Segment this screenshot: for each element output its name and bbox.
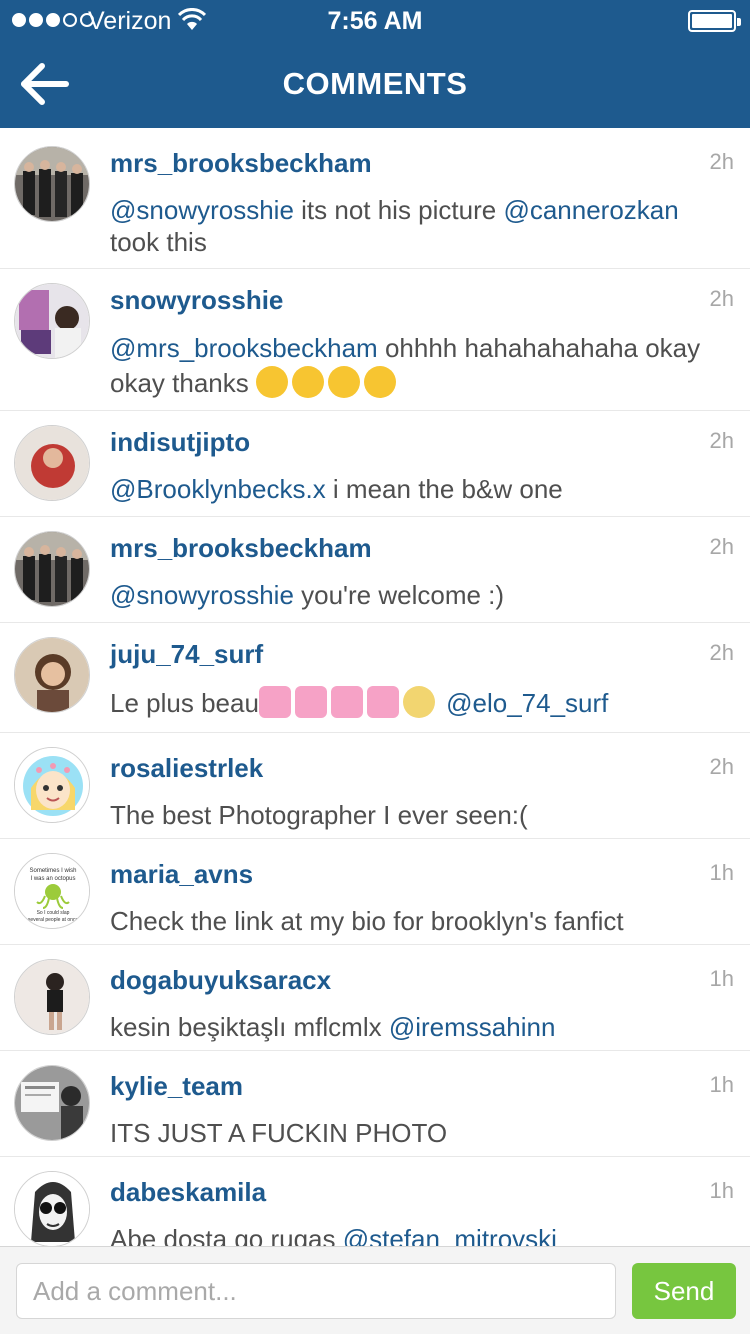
comment-username[interactable]: mrs_brooksbeckham	[110, 533, 372, 564]
comment-text: ITS JUST A FUCKIN PHOTO	[110, 1117, 710, 1149]
comment-text: Abe dosta go rugas @stefan_mitrovski	[110, 1223, 710, 1246]
comment-composer: Send	[0, 1246, 750, 1334]
comment-item: mrs_brooksbeckham 2h @snowyrosshie its n…	[0, 128, 750, 269]
avatar[interactable]	[14, 747, 90, 823]
comment-text-part: ITS JUST A FUCKIN PHOTO	[110, 1118, 448, 1148]
comment-item: rosaliestrlek 2h The best Photographer I…	[0, 733, 750, 839]
comments-list[interactable]: mrs_brooksbeckham 2h @snowyrosshie its n…	[0, 128, 750, 1246]
comment-timestamp: 2h	[709, 428, 734, 453]
status-bar: Verizon 7:56 AM	[0, 0, 750, 40]
comment-item: indisutjipto 2h @Brooklynbecks.x i mean …	[0, 411, 750, 517]
comment-item: mrs_brooksbeckham 2h @snowyrosshie you'r…	[0, 517, 750, 623]
avatar[interactable]	[14, 425, 90, 501]
comment-item: dabeskamila 1h Abe dosta go rugas @stefa…	[0, 1157, 750, 1246]
comment-text-part: Abe dosta go rugas	[110, 1224, 343, 1246]
comment-timestamp: 2h	[709, 286, 734, 311]
avatar[interactable]: Sometimes I wish I was an octopus So I c…	[14, 853, 90, 929]
mention-link[interactable]: @stefan_mitrovski	[343, 1224, 557, 1246]
comment-username[interactable]: dogabuyuksaracx	[110, 965, 331, 996]
comment-text-part: its not his picture	[293, 195, 504, 225]
smiling-face-emoji	[327, 366, 360, 398]
mention-link[interactable]: @cannerozkan	[503, 195, 678, 225]
comment-text: @snowyrosshie you're welcome :)	[110, 579, 710, 611]
avatar-caption: I was an octopus	[30, 876, 75, 882]
heart-ribbon-emoji	[366, 686, 399, 718]
comment-item: juju_74_surf 2h Le plus beau @elo_74_sur…	[0, 623, 750, 733]
growing-heart-emoji	[294, 686, 327, 718]
comment-text: kesin beşiktaşlı mflcmlx @iremssahinn	[110, 1011, 710, 1043]
comment-username[interactable]: rosaliestrlek	[110, 753, 263, 784]
comment-text: The best Photographer I ever seen:(	[110, 799, 710, 831]
comment-username[interactable]: juju_74_surf	[110, 639, 263, 670]
comment-item: snowyrosshie 2h @mrs_brooksbeckham ohhhh…	[0, 269, 750, 411]
avatar[interactable]	[14, 531, 90, 607]
comment-text: @Brooklynbecks.x i mean the b&w one	[110, 473, 710, 505]
comment-timestamp: 2h	[709, 640, 734, 665]
avatar-caption: Sometimes I wish	[29, 868, 76, 874]
avatar[interactable]	[14, 283, 90, 359]
comment-timestamp: 2h	[709, 534, 734, 559]
comment-timestamp: 2h	[709, 754, 734, 779]
comment-timestamp: 2h	[709, 149, 734, 174]
smiling-face-emoji	[363, 366, 396, 398]
app-header: Verizon 7:56 AM COMMENTS	[0, 0, 750, 128]
heart-letter-emoji	[330, 686, 363, 718]
avatar[interactable]	[14, 959, 90, 1035]
avatar[interactable]	[14, 637, 90, 713]
avatar-caption: several people at once	[28, 917, 79, 923]
mention-link[interactable]: @elo_74_surf	[439, 688, 608, 718]
comment-text: @snowyrosshie its not his picture @canne…	[110, 194, 710, 258]
comment-item: Sometimes I wish I was an octopus So I c…	[0, 839, 750, 945]
avatar[interactable]	[14, 1171, 90, 1246]
comment-timestamp: 1h	[709, 1178, 734, 1203]
comment-username[interactable]: dabeskamila	[110, 1177, 266, 1208]
comment-text-part: kesin beşiktaşlı mflcmlx	[110, 1012, 389, 1042]
comment-timestamp: 1h	[709, 860, 734, 885]
comment-text: Le plus beau @elo_74_surf	[110, 685, 710, 721]
comment-item: kylie_team 1h ITS JUST A FUCKIN PHOTO	[0, 1051, 750, 1157]
heart-eyes-emoji	[291, 366, 324, 398]
comment-username[interactable]: maria_avns	[110, 859, 253, 890]
comment-input[interactable]	[16, 1263, 616, 1319]
comment-text-part: i mean the b&w one	[325, 474, 563, 504]
comment-text-part: took this	[110, 227, 207, 257]
avatar[interactable]	[14, 146, 90, 222]
send-button[interactable]: Send	[632, 1263, 736, 1319]
comment-username[interactable]: kylie_team	[110, 1071, 243, 1102]
mention-link[interactable]: @mrs_brooksbeckham	[110, 333, 378, 363]
mention-link[interactable]: @iremssahinn	[389, 1012, 556, 1042]
heart-arrow-emoji	[258, 686, 291, 718]
comment-text: @mrs_brooksbeckham ohhhh hahahahahaha ok…	[110, 331, 710, 401]
comment-username[interactable]: snowyrosshie	[110, 285, 283, 316]
comment-text-part: The best Photographer I ever seen:(	[110, 800, 528, 830]
page-title: COMMENTS	[282, 66, 468, 101]
scream-emoji	[402, 686, 435, 718]
mention-link[interactable]: @Brooklynbecks.x	[110, 474, 326, 504]
comment-text-part: Check the link at my bio for brooklyn's …	[110, 906, 624, 936]
comment-text: Check the link at my bio for brooklyn's …	[110, 905, 710, 937]
comment-item: dogabuyuksaracx 1h kesin beşiktaşlı mflc…	[0, 945, 750, 1051]
mention-link[interactable]: @snowyrosshie	[110, 580, 294, 610]
avatar[interactable]	[14, 1065, 90, 1141]
comment-text-part: Le plus beau	[110, 688, 259, 718]
heart-eyes-emoji	[255, 366, 288, 398]
comment-text-part: you're welcome :)	[293, 580, 505, 610]
comment-username[interactable]: indisutjipto	[110, 427, 250, 458]
battery-icon	[688, 10, 741, 32]
mention-link[interactable]: @snowyrosshie	[110, 195, 294, 225]
comment-username[interactable]: mrs_brooksbeckham	[110, 148, 372, 179]
clock: 7:56 AM	[327, 7, 423, 35]
avatar-caption: So I could slap	[37, 910, 70, 916]
comment-timestamp: 1h	[709, 1072, 734, 1097]
comment-timestamp: 1h	[709, 966, 734, 991]
